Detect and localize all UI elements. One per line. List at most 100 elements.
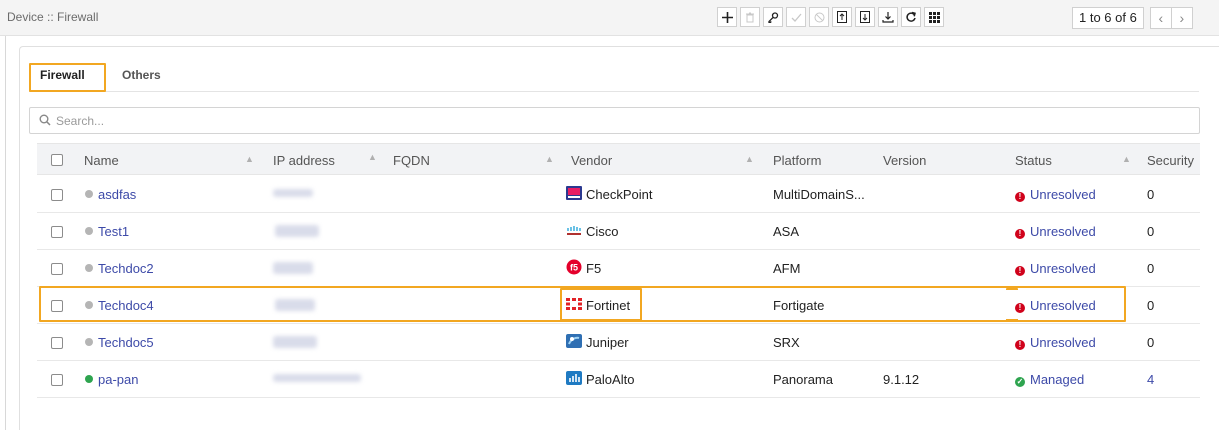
prev-page-button[interactable]: ‹	[1149, 7, 1172, 29]
tab-bar: Firewall Others	[29, 62, 1199, 92]
table-row[interactable]: asdfas CheckPoint MultiDomainS... ! Unres…	[37, 176, 1200, 213]
ip-address-redacted	[275, 299, 315, 311]
status-text[interactable]: ! Unresolved	[1015, 187, 1096, 202]
sort-ascending-icon[interactable]: ▲	[368, 152, 377, 162]
add-button[interactable]	[717, 7, 737, 27]
security-count: 0	[1147, 224, 1155, 239]
security-count: 0	[1147, 187, 1155, 202]
ip-address-redacted	[273, 374, 361, 382]
row-checkbox[interactable]	[51, 263, 63, 275]
status-dot	[85, 190, 93, 198]
table-header: Name ▲︎ IP address ▲ FQDN ▲ Vendor ▲ Pla…	[37, 143, 1200, 175]
status-text[interactable]: ✓ Managed	[1015, 372, 1084, 387]
table-row[interactable]: Test1 Cisco ASA ! Unresolved 0	[37, 213, 1200, 250]
next-page-button[interactable]: ›	[1170, 7, 1193, 29]
device-name-link[interactable]: Techdoc5	[98, 335, 154, 350]
f5-icon: f5	[566, 259, 582, 275]
disable-button[interactable]	[809, 7, 829, 27]
error-icon: !	[1015, 266, 1025, 276]
download-icon	[882, 12, 894, 23]
sort-icon[interactable]: ▲	[1122, 154, 1131, 164]
add-icon	[721, 11, 733, 23]
status-text[interactable]: ! Unresolved	[1015, 224, 1096, 239]
row-checkbox[interactable]	[51, 226, 63, 238]
select-all-checkbox[interactable]	[51, 154, 63, 166]
juniper-icon	[566, 334, 582, 348]
version-text: 9.1.12	[883, 372, 920, 387]
approve-button[interactable]	[786, 7, 806, 27]
device-name-link[interactable]: asdfas	[98, 187, 136, 202]
tab-others[interactable]: Others	[122, 68, 161, 82]
vendor-name: CheckPoint	[586, 187, 653, 202]
grid-icon	[928, 11, 940, 23]
paloalto-icon	[566, 371, 582, 385]
column-version[interactable]: Version	[883, 153, 926, 168]
table-row[interactable]: Techdoc4 Fortinet Fortigate ! Unresolved …	[37, 287, 1200, 324]
left-border	[5, 36, 6, 430]
breadcrumb: Device :: Firewall	[7, 10, 99, 24]
error-icon: !	[1015, 303, 1025, 313]
search-box	[29, 107, 1200, 134]
device-name-link[interactable]: Techdoc4	[98, 298, 154, 313]
column-ip-address[interactable]: IP address	[273, 153, 335, 168]
status-dot	[85, 264, 93, 272]
search-icon	[39, 114, 51, 126]
status-dot	[85, 375, 93, 383]
security-count: 0	[1147, 335, 1155, 350]
download-button[interactable]	[878, 7, 898, 27]
device-name-link[interactable]: Techdoc2	[98, 261, 154, 276]
row-checkbox[interactable]	[51, 300, 63, 312]
security-count[interactable]: 4	[1147, 372, 1154, 387]
row-checkbox[interactable]	[51, 337, 63, 349]
row-checkbox[interactable]	[51, 189, 63, 201]
row-checkbox[interactable]	[51, 374, 63, 386]
status-dot	[85, 227, 93, 235]
tab-firewall[interactable]: Firewall	[40, 68, 85, 82]
platform-name: MultiDomainS...	[773, 187, 865, 202]
export-button[interactable]	[855, 7, 875, 27]
vendor-name: Fortinet	[586, 298, 631, 313]
status-dot	[85, 338, 93, 346]
platform-name: SRX	[773, 335, 800, 350]
sort-icon[interactable]: ▲︎	[245, 154, 254, 164]
delete-icon	[746, 12, 754, 22]
security-count: 0	[1147, 298, 1155, 313]
ip-address-redacted	[273, 262, 313, 274]
column-vendor[interactable]: Vendor	[571, 153, 612, 168]
vendor-name: F5	[586, 261, 602, 276]
status-text[interactable]: ! Unresolved	[1015, 261, 1096, 276]
column-name[interactable]: Name	[84, 153, 119, 168]
check-icon	[791, 13, 801, 22]
check-circle-icon: ✓	[1015, 377, 1025, 387]
import-button[interactable]	[832, 7, 852, 27]
refresh-button[interactable]	[901, 7, 921, 27]
column-security[interactable]: Security	[1147, 153, 1194, 168]
platform-name: Fortigate	[773, 298, 825, 313]
status-text[interactable]: ! Unresolved	[1015, 335, 1096, 350]
credentials-button[interactable]	[763, 7, 783, 27]
table-row[interactable]: pa-pan PaloAlto Panorama 9.1.12 ✓ Managed…	[37, 361, 1200, 398]
key-icon	[767, 11, 778, 23]
import-icon	[837, 11, 847, 23]
device-name-link[interactable]: pa-pan	[98, 372, 138, 387]
column-status[interactable]: Status	[1015, 153, 1052, 168]
search-input[interactable]	[56, 112, 456, 130]
column-fqdn[interactable]: FQDN	[393, 153, 430, 168]
export-icon	[860, 11, 870, 23]
columns-button[interactable]	[924, 7, 944, 27]
sort-icon[interactable]: ▲	[545, 154, 554, 164]
vendor-name: Cisco	[586, 224, 619, 239]
table-row[interactable]: Techdoc5 Juniper SRX ! Unresolved 0	[37, 324, 1200, 361]
status-text[interactable]: ! Unresolved	[1015, 298, 1096, 313]
svg-text:f5: f5	[570, 263, 578, 273]
delete-button[interactable]	[740, 7, 760, 27]
sort-icon[interactable]: ▲	[745, 154, 754, 164]
cisco-icon	[567, 226, 581, 235]
column-platform[interactable]: Platform	[773, 153, 821, 168]
vendor-name: PaloAlto	[586, 372, 635, 387]
device-name-link[interactable]: Test1	[98, 224, 129, 239]
table-row[interactable]: Techdoc2 f5 F5 AFM ! Unresolved 0	[37, 250, 1200, 287]
vendor-name: Juniper	[586, 335, 629, 350]
fortinet-icon	[566, 298, 582, 310]
error-icon: !	[1015, 229, 1025, 239]
